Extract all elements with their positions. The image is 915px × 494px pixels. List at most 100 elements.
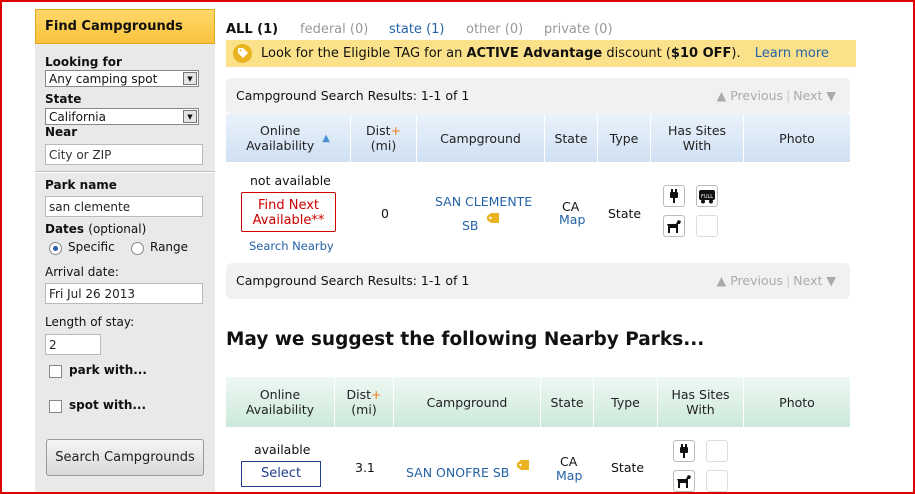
tab-state[interactable]: state (1) [389,22,444,37]
col-dist-text: Dist [346,387,372,402]
park-with-label[interactable]: park with... [69,363,147,377]
electric-plug-icon [663,185,685,207]
col-type[interactable]: Type [598,114,651,162]
specific-label[interactable]: Specific [68,240,115,254]
length-of-stay-label: Length of stay: [45,315,135,329]
pager-separator: | [786,88,791,103]
map-link[interactable]: Map [556,468,582,483]
search-campgrounds-button[interactable]: Search Campgrounds [46,439,204,476]
divider [35,171,215,173]
col-dist-unit: (mi) [370,138,397,153]
range-radio[interactable] [131,242,144,255]
electric-plug-icon [673,440,695,462]
active-advantage-banner: Look for the Eligible TAG for an ACTIVE … [226,40,856,67]
state-label: State [45,92,82,106]
looking-for-select[interactable]: Any camping spot ▼ [45,70,199,87]
dates-label-text: Dates [45,222,85,236]
spot-with-label[interactable]: spot with... [69,398,146,412]
nearby-table-header: Online Availability Dist+ (mi) Campground … [226,377,850,427]
distance-value: 0 [381,206,389,221]
distance-value: 3.1 [355,460,375,475]
sort-ascending-icon[interactable]: ▲ [322,131,330,146]
learn-more-link[interactable]: Learn more [755,46,829,61]
pager: ▲ Previous | Next ▼ [717,273,836,288]
state-value: California [49,110,106,124]
specific-radio[interactable] [49,242,62,255]
next-link: Next ▼ [793,273,836,288]
banner-brand: ACTIVE Advantage [466,46,603,61]
pager: ▲ Previous | Next ▼ [717,88,836,103]
results-bar-bottom: Campground Search Results: 1-1 of 1 ▲ Pr… [226,263,850,299]
results-bar-top: Campground Search Results: 1-1 of 1 ▲ Pr… [226,78,850,114]
banner-text: Look for the Eligible TAG for an [261,46,467,61]
tab-federal: federal (0) [300,22,369,37]
near-input[interactable]: City or ZIP [45,144,203,165]
length-of-stay-input[interactable]: 2 [45,334,101,355]
col-type[interactable]: Type [594,377,658,427]
col-online-text1: Online [259,123,301,138]
looking-for-value: Any camping spot [49,72,158,86]
find-next-text2: Available** [252,213,325,228]
tab-private: private (0) [544,22,613,37]
chevron-down-icon[interactable]: ▼ [183,72,197,85]
tag-icon [233,44,252,63]
campground-name-link[interactable]: SAN CLEMENTE [435,194,532,209]
col-sites-text2: With [682,138,712,153]
svg-text:FULL: FULL [701,194,713,200]
pet-dog-icon [663,215,685,237]
type-value: State [608,206,642,221]
banner-text-end: ). [731,46,741,61]
col-state[interactable]: State [541,377,594,427]
chevron-down-icon[interactable]: ▼ [183,110,197,123]
eligible-tag-icon [517,460,530,470]
col-online-availability[interactable]: Online Availability ▲ [226,114,351,162]
full-hookup-icon: FULL [696,185,718,207]
park-name-label: Park name [45,178,117,192]
col-campground[interactable]: Campground [417,114,545,162]
find-next-available-button[interactable]: Find Next Available** [241,192,336,232]
results-table-header: Online Availability ▲ Dist+ (mi) Campgroun… [226,114,850,162]
arrival-date-label: Arrival date: [45,265,119,279]
select-button[interactable]: Select [241,461,321,487]
col-dist-plus: + [371,387,382,402]
col-sites-text2: With [686,402,715,417]
find-campgrounds-panel: Find Campgrounds Looking for Any camping… [35,9,215,494]
col-campground[interactable]: Campground [394,377,541,427]
previous-link: ▲ Previous [716,273,784,288]
availability-status: not available [250,173,331,188]
type-value: State [611,460,645,475]
range-label[interactable]: Range [150,240,188,254]
tab-all[interactable]: ALL (1) [226,22,278,37]
col-dist-unit: (mi) [351,402,377,417]
results-count: Campground Search Results: 1-1 of 1 [236,273,470,288]
near-label: Near [45,125,78,139]
results-count: Campground Search Results: 1-1 of 1 [236,88,470,103]
state-select[interactable]: California ▼ [45,108,199,125]
park-name-input[interactable]: san clemente [45,196,203,217]
col-distance[interactable]: Dist+ (mi) [351,114,417,162]
col-photo: Photo [779,394,815,410]
state-value: CA [560,454,578,469]
spot-with-checkbox[interactable] [49,400,62,413]
campground-name-text: SAN ONOFRE SB [406,465,510,480]
col-online-text2: Availability [245,402,315,417]
suggest-heading: May we suggest the following Nearby Park… [226,329,705,350]
park-with-checkbox[interactable] [49,365,62,378]
pet-dog-icon [673,470,695,492]
panel-title: Find Campgrounds [35,9,215,44]
col-state[interactable]: State [545,114,598,162]
next-link: Next ▼ [793,88,836,103]
tab-other: other (0) [466,22,524,37]
col-online-text2: Availability [246,138,315,153]
col-sites-text1: Has Sites [667,123,727,138]
campground-name-link-line2[interactable]: SB [462,213,500,233]
campground-name-link[interactable]: SAN ONOFRE SB [406,460,530,480]
pager-separator: | [786,273,791,288]
col-distance[interactable]: Dist+ (mi) [335,377,394,427]
search-nearby-link[interactable]: Search Nearby [249,239,334,253]
col-online-availability[interactable]: Online Availability [226,377,335,427]
campground-name-part2: SB [462,218,479,233]
dates-label: Dates (optional) [45,222,146,236]
arrival-date-input[interactable]: Fri Jul 26 2013 [45,283,203,304]
map-link[interactable]: Map [559,212,585,227]
